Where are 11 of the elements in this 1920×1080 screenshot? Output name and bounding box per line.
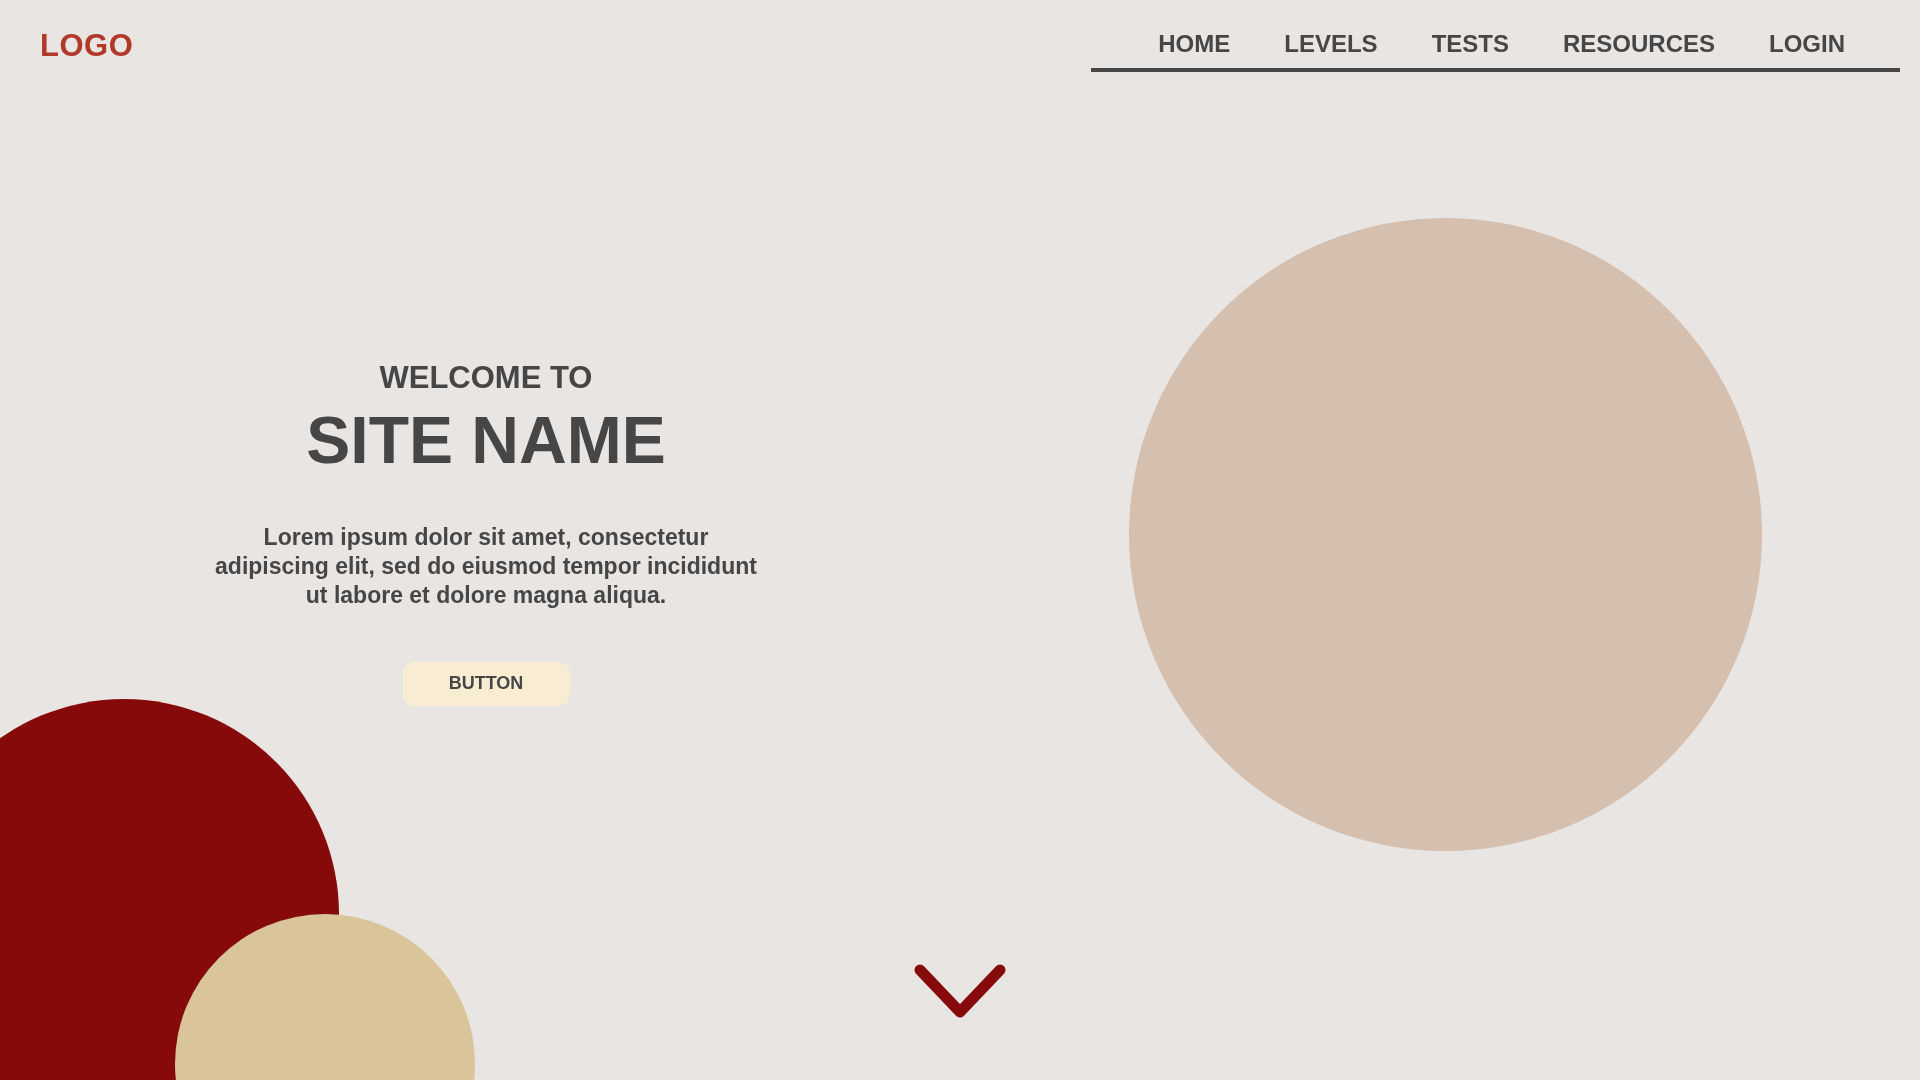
nav-link[interactable]: HOME [1131,26,1258,62]
site-title: SITE NAME [306,404,666,477]
nav-link[interactable]: LOGIN [1742,26,1872,62]
nav-link[interactable]: LEVELS [1257,26,1405,62]
nav-link[interactable]: RESOURCES [1535,26,1742,62]
welcome-heading: WELCOME TO [379,360,593,396]
nav-link[interactable]: TESTS [1404,26,1536,62]
chevron-down-icon[interactable] [914,964,1006,1020]
intro-paragraph: Lorem ipsum dolor sit amet, consectetur adipiscing elit, sed do eiusmod tempor incididunt ut labore et dolore magna aliqua. [214,522,758,610]
hero-button[interactable]: BUTTON [402,661,570,706]
logo: LOGO [40,28,134,64]
